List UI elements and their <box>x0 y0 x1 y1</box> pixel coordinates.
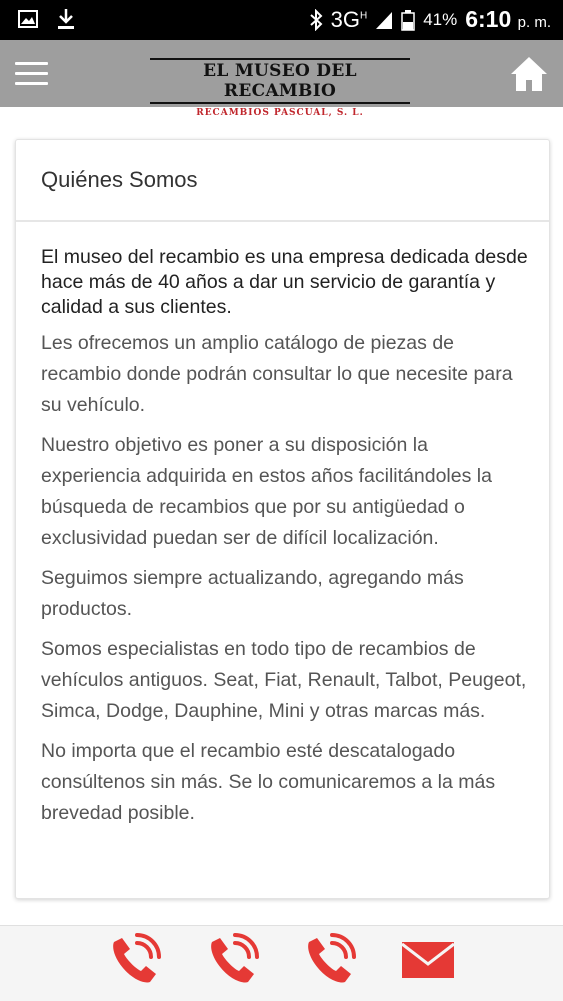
paragraph-updates: Seguimos siempre actualizando, agregando… <box>41 567 464 620</box>
email-button[interactable] <box>400 932 456 988</box>
call-button-1[interactable] <box>107 932 163 988</box>
card-title: Quiénes Somos <box>41 167 198 192</box>
signal-icon <box>376 11 393 29</box>
menu-icon <box>15 62 48 65</box>
call-button-3[interactable] <box>302 932 358 988</box>
battery-icon <box>401 9 415 31</box>
logo-subtitle: RECAMBIOS PASCUAL, S. L. <box>196 108 364 118</box>
bottom-action-bar <box>0 925 563 1001</box>
status-bar-left <box>18 8 76 30</box>
phone-icon <box>113 933 161 983</box>
paragraph-contact: No importa que el recambio esté descatal… <box>41 740 496 824</box>
paragraph-catalog: Les ofrecemos un amplio catálogo de piez… <box>41 332 513 416</box>
card-body: El museo del recambio es una empresa ded… <box>41 245 531 838</box>
menu-button[interactable] <box>15 62 48 86</box>
logo-title: EL MUSEO DEL RECAMBIO <box>150 58 410 104</box>
home-icon <box>511 57 547 91</box>
phone-icon <box>308 933 356 983</box>
home-button[interactable] <box>509 54 549 94</box>
logo[interactable]: EL MUSEO DEL RECAMBIO RECAMBIOS PASCUAL,… <box>150 48 410 118</box>
menu-icon-bar <box>15 72 48 75</box>
status-bar-right: 3GH 41% 6:10 p. m. <box>309 6 551 33</box>
app-header: EL MUSEO DEL RECAMBIO RECAMBIOS PASCUAL,… <box>0 40 563 118</box>
menu-icon-bar <box>15 82 48 85</box>
bluetooth-icon <box>309 8 323 31</box>
phone-icon <box>211 933 259 983</box>
battery-percent: 41% <box>423 9 458 29</box>
status-bar: 3GH 41% 6:10 p. m. <box>0 0 563 40</box>
paragraph-intro: El museo del recambio es una empresa ded… <box>41 246 528 318</box>
download-notification-icon <box>58 9 74 29</box>
call-button-2[interactable] <box>205 932 261 988</box>
image-notification-icon <box>18 10 38 28</box>
network-type: 3GH <box>330 6 368 32</box>
mail-icon <box>401 942 455 978</box>
paragraph-objective: Nuestro objetivo es poner a su disposici… <box>41 434 492 549</box>
about-card: Quiénes Somos El museo del recambio es u… <box>15 139 550 899</box>
paragraph-specialists: Somos especialistas en todo tipo de reca… <box>41 638 527 722</box>
clock: 6:10 p. m. <box>465 6 551 32</box>
card-header: Quiénes Somos <box>16 140 549 222</box>
